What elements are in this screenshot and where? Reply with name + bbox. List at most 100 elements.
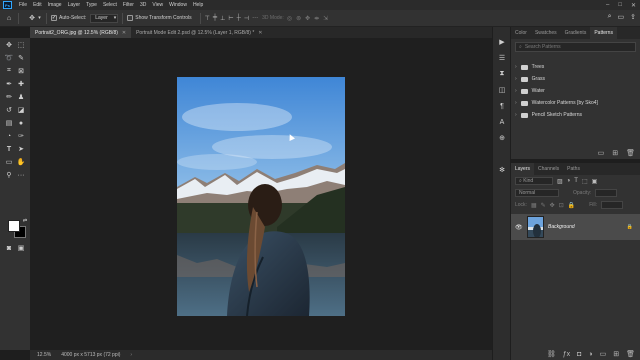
menu-view[interactable]: View — [149, 2, 166, 8]
character-icon[interactable]: A — [497, 117, 507, 127]
menu-help[interactable]: Help — [190, 2, 206, 8]
lock-position-icon[interactable]: ✥ — [550, 202, 555, 209]
document-image[interactable] — [177, 77, 345, 316]
image-filter-icon[interactable]: ▨ — [557, 178, 563, 185]
menu-image[interactable]: Image — [45, 2, 65, 8]
pattern-folder-trees[interactable]: › Trees — [511, 61, 640, 73]
menu-type[interactable]: Type — [83, 2, 100, 8]
shape-filter-icon[interactable]: ⬚ — [582, 178, 588, 185]
history-brush-tool-icon[interactable]: ↺ — [4, 105, 14, 115]
lock-artboard-icon[interactable]: ⊡ — [559, 202, 564, 209]
patterns-search-input[interactable]: ⌕ Search Patterns — [515, 42, 636, 52]
close-icon[interactable]: ✕ — [258, 30, 262, 36]
layer-row-background[interactable]: 👁 Background 🔒 — [511, 214, 640, 240]
dodge-tool-icon[interactable]: ◔ — [4, 131, 14, 141]
align-right-icon[interactable]: ⊣ — [244, 15, 249, 22]
tab-gradients[interactable]: Gradients — [561, 27, 591, 39]
quick-select-tool-icon[interactable]: ✎ — [16, 53, 26, 63]
drag-3d-icon[interactable]: ✥ — [305, 15, 310, 22]
adjustments-icon[interactable]: ☰ — [497, 53, 507, 63]
history-icon[interactable]: ⧗ — [497, 69, 507, 79]
eye-icon[interactable]: 👁 — [515, 224, 523, 231]
type-tool-icon[interactable]: T — [4, 144, 14, 154]
tab-color[interactable]: Color — [511, 27, 531, 39]
fill-field[interactable] — [600, 201, 623, 209]
menu-window[interactable]: Window — [166, 2, 190, 8]
lock-all-icon[interactable]: 🔒 — [568, 202, 575, 209]
chevron-right-icon[interactable]: › — [515, 88, 517, 94]
adjustment-layer-icon[interactable]: ◑ — [588, 351, 592, 358]
menu-layer[interactable]: Layer — [65, 2, 84, 8]
rotate-3d-icon[interactable]: ◎ — [287, 15, 292, 22]
auto-select-checkbox[interactable]: ✓ Auto-Select: — [51, 15, 86, 21]
pattern-folder-grass[interactable]: › Grass — [511, 73, 640, 85]
trash-icon[interactable]: 🗑 — [626, 350, 635, 358]
align-top-icon[interactable]: ⊤ — [205, 15, 210, 22]
layer-name[interactable]: Background — [548, 224, 623, 230]
new-group-icon[interactable]: ▭ — [600, 350, 607, 358]
frame-tool-icon[interactable]: ⊠ — [16, 66, 26, 76]
blur-tool-icon[interactable]: ● — [16, 118, 26, 128]
tab-swatches[interactable]: Swatches — [531, 27, 561, 39]
align-center-icon[interactable]: ┼ — [237, 15, 241, 22]
tab-paths[interactable]: Paths — [563, 163, 584, 175]
adjustment-filter-icon[interactable]: ◑ — [567, 178, 571, 185]
home-icon[interactable]: ⌂ — [4, 13, 14, 23]
menu-3d[interactable]: 3D — [137, 2, 149, 8]
chevron-right-icon[interactable]: › — [515, 112, 517, 118]
brush-tool-icon[interactable]: ✏ — [4, 92, 14, 102]
menu-filter[interactable]: Filter — [120, 2, 137, 8]
roll-3d-icon[interactable]: ⊚ — [296, 15, 301, 22]
move-tool-icon[interactable]: ✥ — [27, 13, 37, 23]
auto-select-target-dropdown[interactable]: Layer ▾ — [90, 13, 119, 23]
align-bottom-icon[interactable]: ⊥ — [220, 15, 225, 22]
trash-icon[interactable]: 🗑 — [626, 149, 635, 157]
layer-style-icon[interactable]: ƒx — [563, 351, 570, 358]
more-options-icon[interactable]: ··· — [252, 15, 258, 22]
pattern-folder-water[interactable]: › Water — [511, 85, 640, 97]
new-group-icon[interactable]: ▭ — [598, 149, 605, 157]
opacity-field[interactable] — [595, 189, 618, 197]
screen-mode-icon[interactable]: ▣ — [16, 243, 26, 253]
zoom-level[interactable]: 12.5% — [37, 352, 51, 358]
align-middle-icon[interactable]: ╪ — [213, 15, 217, 22]
move-tool-icon[interactable]: ✥ — [4, 40, 14, 50]
search-icon[interactable]: ⌕ — [608, 13, 612, 21]
rectangle-tool-icon[interactable]: ▭ — [4, 157, 14, 167]
pen-tool-icon[interactable]: ✑ — [16, 131, 26, 141]
eraser-tool-icon[interactable]: ◪ — [16, 105, 26, 115]
lock-transparency-icon[interactable]: ▦ — [531, 202, 537, 209]
path-selection-tool-icon[interactable]: ➤ — [16, 144, 26, 154]
close-icon[interactable]: ✕ — [122, 30, 126, 36]
minimize-button[interactable]: – — [606, 2, 609, 8]
smart-object-filter-icon[interactable]: ▣ — [592, 178, 598, 185]
chevron-right-icon[interactable]: › — [515, 76, 517, 82]
brushes-icon[interactable]: ✻ — [497, 165, 507, 175]
close-window-button[interactable]: ✕ — [631, 2, 636, 9]
healing-brush-tool-icon[interactable]: ✚ — [16, 79, 26, 89]
maximize-button[interactable]: □ — [618, 2, 622, 8]
type-filter-icon[interactable]: T — [574, 178, 578, 185]
menu-file[interactable]: File — [16, 2, 30, 8]
zoom-tool-icon[interactable]: ⚲ — [4, 170, 14, 180]
tab-channels[interactable]: Channels — [534, 163, 563, 175]
new-layer-icon[interactable]: ⊞ — [613, 350, 619, 358]
foreground-color-swatch[interactable] — [8, 220, 20, 232]
lasso-tool-icon[interactable]: ➰ — [4, 53, 14, 63]
more-tools-icon[interactable]: ··· — [16, 170, 26, 180]
new-pattern-icon[interactable]: ⊞ — [612, 149, 618, 157]
tab-portrait-mode-edit[interactable]: Portrait Mode Edit 2.psd @ 12.5% (Layer … — [131, 27, 267, 38]
pattern-folder-pencil-sketch[interactable]: › Pencil Sketch Patterns — [511, 109, 640, 121]
play-actions-icon[interactable]: ▶ — [497, 37, 507, 47]
quick-mask-icon[interactable]: ◙ — [4, 243, 14, 253]
transform-controls-checkbox[interactable]: Show Transform Controls — [127, 15, 192, 21]
workspace-icon[interactable]: ▭ — [618, 13, 625, 21]
crop-tool-icon[interactable]: ⌗ — [4, 66, 14, 76]
pattern-folder-watercolor[interactable]: › Watercolor Patterns [by Sko4] — [511, 97, 640, 109]
gradient-tool-icon[interactable]: ▤ — [4, 118, 14, 128]
properties-icon[interactable]: ◫ — [497, 85, 507, 95]
link-layers-icon[interactable]: ⛓ — [547, 350, 556, 358]
chevron-down-icon[interactable]: ▾ — [37, 13, 42, 23]
eyedropper-tool-icon[interactable]: ✒ — [4, 79, 14, 89]
tab-layers[interactable]: Layers — [511, 163, 535, 175]
